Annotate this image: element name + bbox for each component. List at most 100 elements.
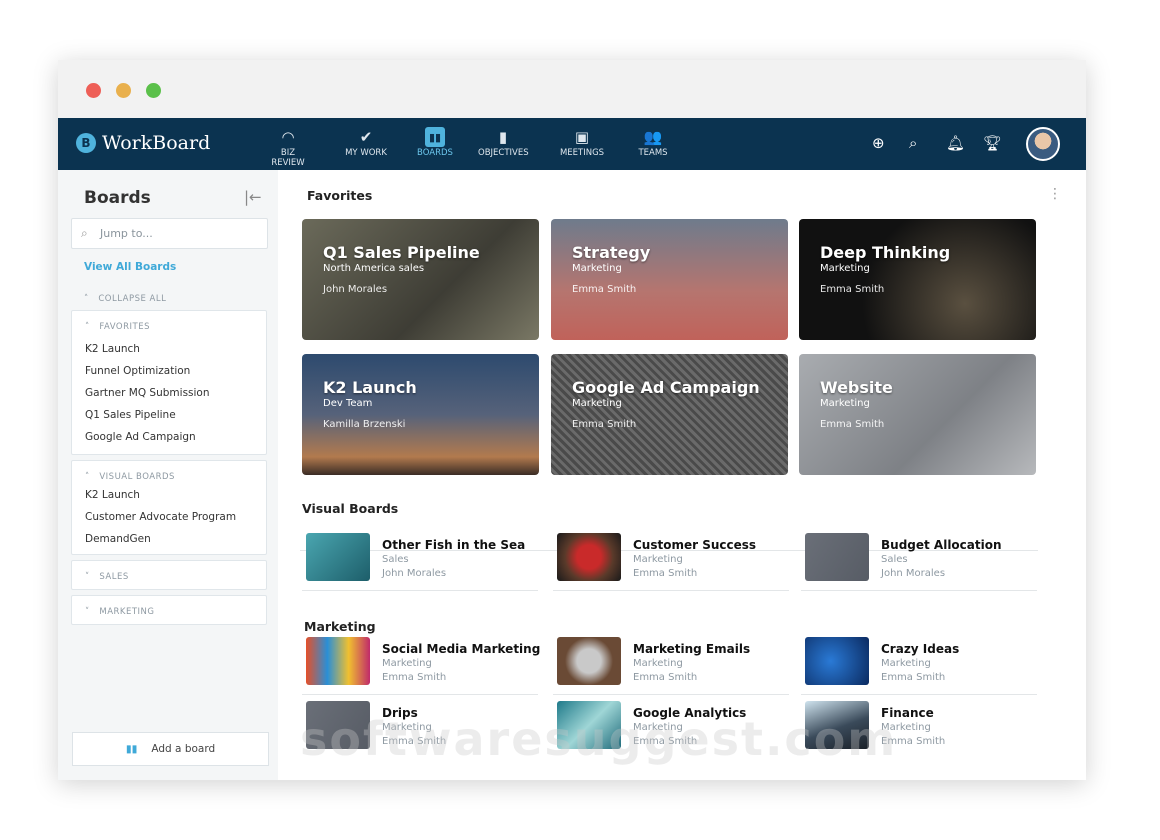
user-avatar[interactable]	[1026, 127, 1060, 161]
nav-icon-glyph: ◠	[281, 128, 294, 146]
nav-meetings[interactable]: ▣MEETINGS	[557, 126, 607, 158]
board-thumbnail	[557, 637, 621, 685]
group-label: SALES	[99, 572, 128, 582]
board-title: Strategy	[572, 243, 788, 262]
board-list-item[interactable]: Customer SuccessMarketingEmma Smith	[553, 533, 789, 591]
workboard-logo[interactable]: BWorkBoard	[76, 132, 210, 154]
favorite-board-card[interactable]: Google Ad CampaignMarketingEmma Smith	[551, 354, 788, 475]
board-name: Google Analytics	[633, 706, 746, 720]
board-category: Sales	[881, 554, 908, 565]
sidebar-board-link[interactable]: Google Ad Campaign	[72, 426, 266, 448]
board-title: Q1 Sales Pipeline	[323, 243, 539, 262]
board-owner: John Morales	[881, 568, 945, 579]
group-label: MARKETING	[99, 607, 154, 617]
sidebar-group-favorites: ˄ FAVORITESK2 LaunchFunnel OptimizationG…	[71, 310, 267, 455]
nav-teams[interactable]: 👥TEAMS	[628, 126, 678, 158]
group-header[interactable]: ˅ MARKETING	[72, 596, 266, 617]
nav-icon-glyph: 👥	[644, 128, 663, 146]
collapse-all-label: COLLAPSE ALL	[98, 294, 166, 304]
group-items	[72, 617, 266, 619]
board-thumbnail	[805, 533, 869, 581]
card-overlay	[799, 219, 1036, 340]
add-icon[interactable]: ⊕	[872, 134, 885, 152]
favorite-board-card[interactable]: StrategyMarketingEmma Smith	[551, 219, 788, 340]
board-category: Marketing	[820, 398, 1036, 409]
board-list-item[interactable]: Marketing EmailsMarketingEmma Smith	[553, 637, 789, 695]
board-title: K2 Launch	[323, 378, 539, 397]
chevron-up-icon: ˄	[85, 322, 99, 332]
board-list-item[interactable]: DripsMarketingEmma Smith	[302, 701, 538, 759]
collapse-sidebar-icon[interactable]: |←	[244, 188, 262, 206]
maximize-window-button[interactable]	[146, 83, 161, 98]
board-list-item[interactable]: Google AnalyticsMarketingEmma Smith	[553, 701, 789, 759]
nav-boards[interactable]: ▮▮BOARDS	[410, 126, 460, 158]
sidebar-board-link[interactable]: K2 Launch	[72, 484, 266, 506]
group-header[interactable]: ˄ FAVORITES	[72, 311, 266, 332]
jump-to-input[interactable]: ⌕Jump to...	[71, 218, 268, 249]
board-owner: Emma Smith	[572, 419, 788, 430]
sidebar-board-link[interactable]: K2 Launch	[72, 338, 266, 360]
objectives-icon: ▮	[478, 126, 528, 148]
main-content: Favorites ⋮ Q1 Sales PipelineNorth Ameri…	[278, 170, 1086, 780]
sidebar-board-link[interactable]: Customer Advocate Program	[72, 506, 266, 528]
board-thumbnail	[306, 637, 370, 685]
add-board-button[interactable]: ▮▮Add a board	[72, 732, 269, 766]
nav-biz-review[interactable]: ◠ BIZ REVIEW	[263, 126, 313, 168]
group-header[interactable]: ˄ VISUAL BOARDS	[72, 461, 266, 482]
sidebar-board-link[interactable]: Gartner MQ Submission	[72, 382, 266, 404]
view-all-boards-link[interactable]: View All Boards	[84, 261, 176, 273]
board-name: Crazy Ideas	[881, 642, 959, 656]
board-owner: John Morales	[382, 568, 446, 579]
chevron-up-icon: ˄	[85, 472, 99, 482]
bell-icon[interactable]: 🔔︎	[946, 134, 965, 152]
group-header[interactable]: ˅ SALES	[72, 561, 266, 582]
sidebar: Boards |← ⌕Jump to... View All Boards ˄ …	[58, 170, 278, 780]
board-category: Marketing	[572, 263, 788, 274]
board-thumbnail	[306, 533, 370, 581]
search-icon[interactable]: ⌕	[909, 134, 917, 152]
sidebar-title: Boards	[84, 188, 151, 208]
board-name: Marketing Emails	[633, 642, 750, 656]
nav-icon-glyph: ▮▮	[425, 127, 445, 147]
favorite-board-card[interactable]: K2 LaunchDev TeamKamilla Brzenski	[302, 354, 539, 475]
group-items: K2 LaunchFunnel OptimizationGartner MQ S…	[72, 332, 266, 448]
card-overlay	[551, 219, 788, 340]
sidebar-group-sales: ˅ SALES	[71, 560, 267, 590]
boards-icon: ▮▮	[410, 126, 460, 148]
sidebar-board-link[interactable]: DemandGen	[72, 528, 266, 550]
board-category: Marketing	[881, 722, 931, 733]
meetings-icon: ▣	[557, 126, 607, 148]
group-items	[72, 582, 266, 584]
collapse-all-button[interactable]: ˄ COLLAPSE ALL	[84, 294, 166, 304]
board-category: Marketing	[633, 658, 683, 669]
group-label: FAVORITES	[99, 322, 150, 332]
favorite-board-card[interactable]: Q1 Sales PipelineNorth America salesJohn…	[302, 219, 539, 340]
sidebar-board-link[interactable]: Q1 Sales Pipeline	[72, 404, 266, 426]
logo-text: WorkBoard	[102, 132, 210, 154]
nav-label: OBJECTIVES	[478, 148, 528, 158]
board-owner: John Morales	[323, 284, 539, 295]
board-list-item[interactable]: Other Fish in the SeaSalesJohn Morales	[302, 533, 538, 591]
nav-label: BIZ REVIEW	[263, 148, 313, 168]
nav-my-work[interactable]: ✔MY WORK	[341, 126, 391, 158]
favorite-board-card[interactable]: WebsiteMarketingEmma Smith	[799, 354, 1036, 475]
add-board-label: Add a board	[151, 743, 215, 755]
sidebar-board-link[interactable]: Funnel Optimization	[72, 360, 266, 382]
nav-objectives[interactable]: ▮OBJECTIVES	[478, 126, 528, 158]
favorite-board-card[interactable]: Deep ThinkingMarketingEmma Smith	[799, 219, 1036, 340]
group-label: VISUAL BOARDS	[99, 472, 175, 482]
board-list-item[interactable]: Budget AllocationSalesJohn Morales	[801, 533, 1037, 591]
nav-label: MEETINGS	[557, 148, 607, 158]
board-name: Finance	[881, 706, 934, 720]
close-window-button[interactable]	[86, 83, 101, 98]
board-list-item[interactable]: Social Media MarketingMarketingEmma Smit…	[302, 637, 538, 695]
trophy-icon[interactable]: 🏆︎	[983, 134, 1002, 152]
board-title: Google Ad Campaign	[572, 378, 788, 397]
board-thumbnail	[306, 701, 370, 749]
minimize-window-button[interactable]	[116, 83, 131, 98]
card-overlay	[799, 354, 1036, 475]
board-list-item[interactable]: Crazy IdeasMarketingEmma Smith	[801, 637, 1037, 695]
board-list-item[interactable]: FinanceMarketingEmma Smith	[801, 701, 1037, 759]
board-thumbnail	[557, 701, 621, 749]
more-options-icon[interactable]: ⋮	[1048, 186, 1062, 202]
